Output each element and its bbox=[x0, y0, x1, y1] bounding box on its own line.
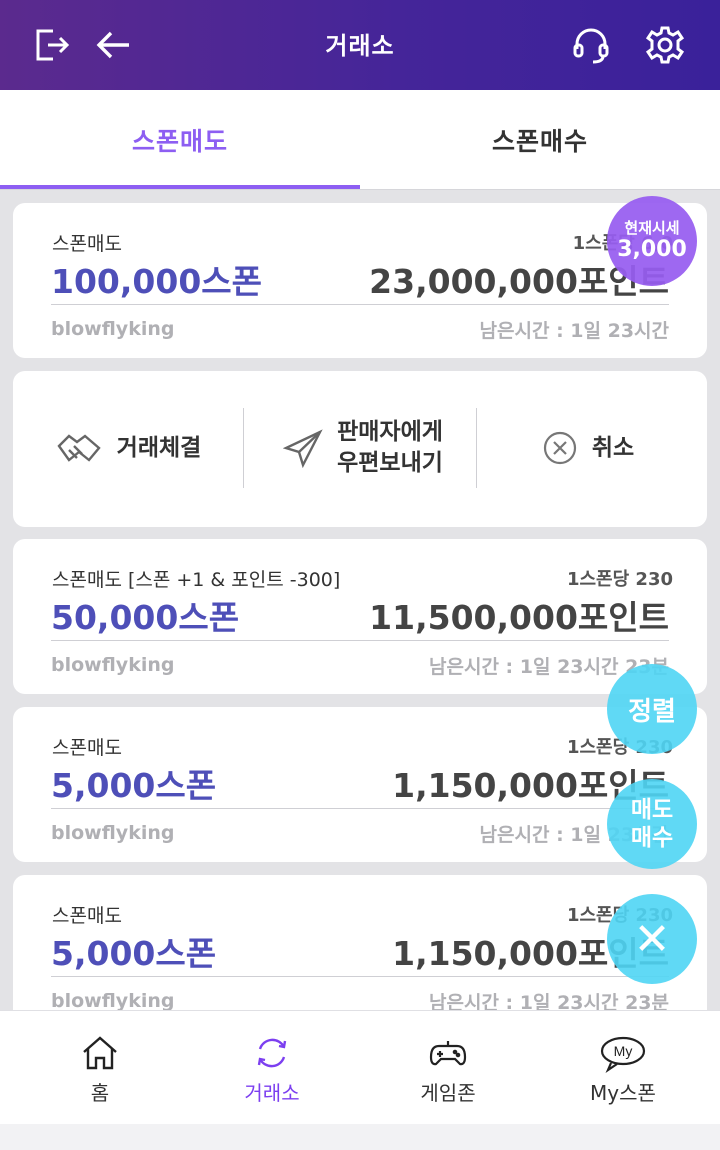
listing-card[interactable]: 스폰매도 1스폰당 230 5,000스폰 1,150,000포인트 blowf… bbox=[13, 707, 707, 862]
nav-home-label: 홈 bbox=[90, 1081, 110, 1105]
listing-quantity: 50,000스폰 bbox=[51, 598, 240, 637]
mail-seller-line1: 판매자에게 bbox=[337, 419, 443, 445]
trade-tabs: 스폰매도 스폰매수 bbox=[0, 90, 720, 190]
action-divider bbox=[476, 408, 477, 488]
listing-points: 11,500,000포인트 bbox=[369, 598, 669, 637]
seller-name: blowflyking bbox=[51, 822, 175, 844]
home-icon bbox=[83, 1036, 117, 1070]
nav-home[interactable]: 홈 bbox=[10, 1011, 190, 1125]
listing-card[interactable]: 스폰매도 1스폰당 230 5,000스폰 1,150,000포인트 blowf… bbox=[13, 875, 707, 1010]
current-price-value: 3,000 bbox=[617, 237, 687, 262]
cancel-label: 취소 bbox=[591, 434, 635, 461]
remaining-time: 남은시간 : 1일 23시간 23분 bbox=[429, 992, 669, 1010]
gear-icon[interactable] bbox=[642, 22, 688, 68]
card-divider bbox=[51, 304, 669, 305]
seller-name: blowflyking bbox=[51, 318, 175, 340]
cancel-circle-icon bbox=[543, 431, 576, 465]
listing-quantity: 5,000스폰 bbox=[51, 766, 217, 805]
gamepad-icon bbox=[429, 1041, 467, 1066]
mail-seller-label: 판매자에게 우편보내기 bbox=[337, 417, 443, 479]
listing-quantity: 100,000스폰 bbox=[51, 262, 263, 301]
seller-name: blowflyking bbox=[51, 654, 175, 676]
current-price-badge: 현재시세 3,000 bbox=[607, 196, 697, 286]
listing-list[interactable]: 스폰매도 1스폰당 6,0 100,000스폰 23,000,000포인트 bl… bbox=[0, 190, 720, 1010]
nav-gamezone[interactable]: 게임존 bbox=[358, 1011, 538, 1125]
remaining-time: 남은시간 : 1일 23시간 bbox=[479, 320, 669, 342]
mail-seller-button[interactable]: 판매자에게 우편보내기 bbox=[273, 407, 453, 489]
card-divider bbox=[51, 808, 669, 809]
buy-label: 매수 bbox=[630, 825, 674, 851]
sort-button[interactable]: 정렬 bbox=[607, 664, 697, 754]
nav-my-spawn-label: My스폰 bbox=[590, 1081, 656, 1105]
close-menu-button[interactable]: ✕ bbox=[607, 894, 697, 984]
headset-icon[interactable] bbox=[568, 22, 614, 68]
seller-name: blowflyking bbox=[51, 990, 175, 1010]
bottom-nav: 홈 거래소 게임존 My My스폰 bbox=[0, 1010, 720, 1124]
sell-label: 매도 bbox=[630, 797, 674, 823]
listing-card[interactable]: 스폰매도 1스폰당 6,0 100,000스폰 23,000,000포인트 bl… bbox=[13, 203, 707, 358]
listing-actions: 거래체결 판매자에게 우편보내기 취소 bbox=[13, 371, 707, 527]
nav-exchange[interactable]: 거래소 bbox=[182, 1011, 362, 1125]
card-divider bbox=[51, 976, 669, 977]
bottom-strip bbox=[0, 1124, 720, 1150]
handshake-icon bbox=[57, 434, 101, 462]
deal-button[interactable]: 거래체결 bbox=[49, 407, 207, 489]
tab-buy[interactable]: 스폰매수 bbox=[360, 90, 720, 190]
listing-kind: 스폰매도 [스폰 +1 & 포인트 -300] bbox=[52, 569, 341, 591]
listing-kind: 스폰매도 bbox=[52, 233, 122, 255]
sell-buy-toggle-button[interactable]: 매도 매수 bbox=[607, 779, 697, 869]
svg-text:My: My bbox=[614, 1043, 633, 1059]
exchange-icon bbox=[257, 1038, 287, 1068]
nav-gamezone-label: 게임존 bbox=[420, 1081, 476, 1105]
listing-kind: 스폰매도 bbox=[52, 737, 122, 759]
listing-rate: 1스폰당 230 bbox=[566, 569, 673, 590]
action-divider bbox=[243, 408, 244, 488]
deal-label: 거래체결 bbox=[116, 434, 202, 461]
paper-plane-icon bbox=[283, 429, 323, 468]
tab-sell[interactable]: 스폰매도 bbox=[0, 90, 360, 190]
mail-seller-line2: 우편보내기 bbox=[337, 450, 443, 476]
card-divider bbox=[51, 640, 669, 641]
listing-card[interactable]: 스폰매도 [스폰 +1 & 포인트 -300] 1스폰당 230 50,000스… bbox=[13, 539, 707, 694]
cancel-button[interactable]: 취소 bbox=[518, 407, 658, 489]
app-header: 거래소 bbox=[0, 0, 720, 90]
nav-my-spawn[interactable]: My My스폰 bbox=[533, 1011, 713, 1125]
current-price-label: 현재시세 bbox=[624, 219, 680, 237]
listing-quantity: 5,000스폰 bbox=[51, 934, 217, 973]
my-icon: My bbox=[600, 1036, 646, 1073]
active-tab-indicator bbox=[0, 185, 360, 189]
nav-exchange-label: 거래소 bbox=[244, 1081, 300, 1105]
listing-kind: 스폰매도 bbox=[52, 905, 122, 927]
